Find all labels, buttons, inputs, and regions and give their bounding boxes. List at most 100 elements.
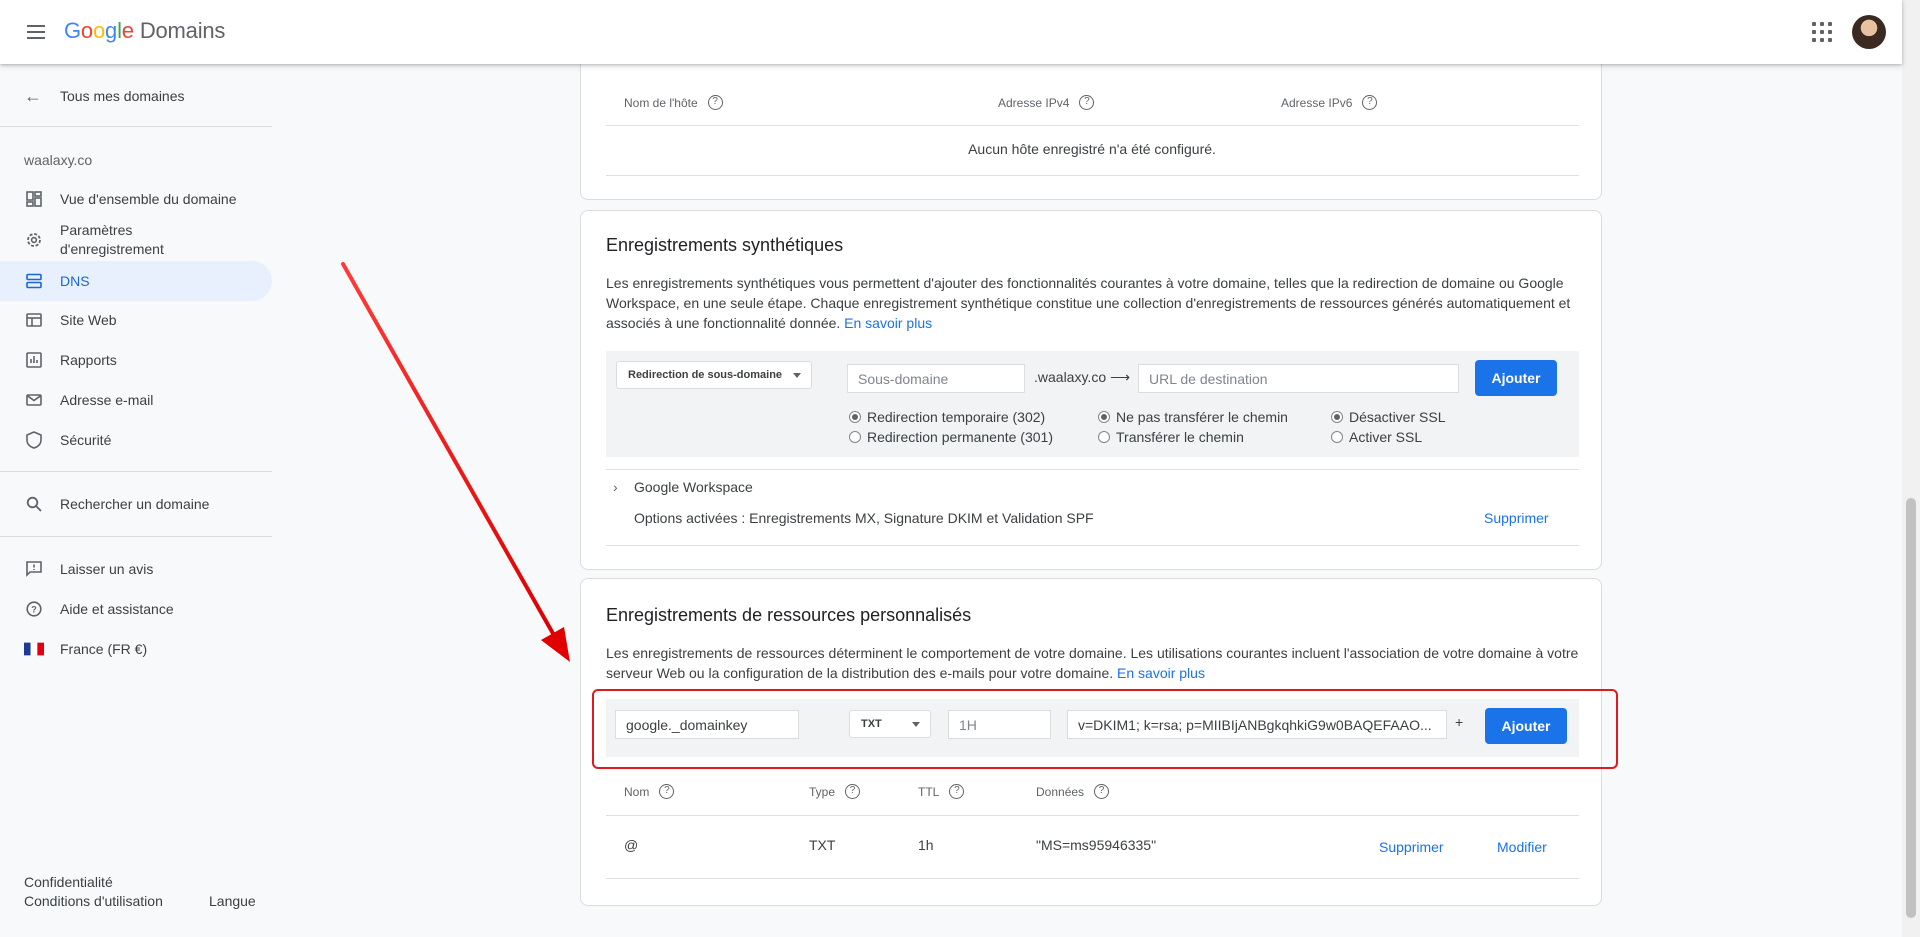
synthetic-type-select[interactable]: Redirection de sous-domaine <box>616 361 812 389</box>
sidebar-item-label: Rapports <box>60 352 117 368</box>
back-to-domains-link[interactable]: ← Tous mes domaines <box>24 84 185 108</box>
column-header-ipv4: Adresse IPv4? <box>998 95 1095 110</box>
empty-hosts-message: Aucun hôte enregistré n'a été configuré. <box>968 141 1216 157</box>
help-icon[interactable]: ? <box>949 784 965 799</box>
reports-icon <box>24 350 44 370</box>
synthetic-records-title: Enregistrements synthétiques <box>606 235 844 255</box>
sidebar-item-label: Vue d'ensemble du domaine <box>60 191 237 207</box>
custom-records-description: Les enregistrements de ressources déterm… <box>606 645 1579 681</box>
sidebar-divider <box>0 126 272 127</box>
record-ttl-cell: 1h <box>918 837 934 853</box>
add-synthetic-record-button[interactable]: Ajouter <box>1475 360 1557 396</box>
table-divider <box>606 878 1579 879</box>
radio-icon <box>1331 411 1343 423</box>
help-label: Aide et assistance <box>60 601 174 617</box>
help-icon[interactable]: ? <box>707 95 723 110</box>
radio-no-path-forward[interactable]: Ne pas transférer le chemin <box>1098 409 1288 425</box>
current-domain: waalaxy.co <box>24 152 93 168</box>
radio-icon <box>1098 431 1110 443</box>
help-link[interactable]: ? Aide et assistance <box>0 589 272 629</box>
radio-permanent-redirect[interactable]: Redirection permanente (301) <box>849 429 1053 445</box>
gear-icon <box>24 230 44 250</box>
workspace-record-name[interactable]: Google Workspace <box>634 479 753 495</box>
sidebar-divider <box>0 471 272 472</box>
scrollbar-thumb[interactable] <box>1906 498 1916 918</box>
sidebar-item-overview[interactable]: Vue d'ensemble du domaine <box>0 179 272 219</box>
help-icon: ? <box>24 599 44 619</box>
dns-icon <box>24 271 44 291</box>
section-divider <box>606 469 1579 470</box>
sidebar: ← Tous mes domaines waalaxy.co Vue d'ens… <box>0 64 272 937</box>
menu-icon[interactable] <box>24 20 48 44</box>
table-divider <box>606 125 1579 126</box>
custom-learn-more-link[interactable]: En savoir plus <box>1117 665 1205 681</box>
synthetic-records-card: Enregistrements synthétiques Les enregis… <box>580 210 1602 570</box>
column-header-data: Données? <box>1036 784 1110 799</box>
help-icon[interactable]: ? <box>1362 95 1378 110</box>
web-icon <box>24 310 44 330</box>
column-header-ipv6: Adresse IPv6? <box>1281 95 1378 110</box>
country-selector[interactable]: France (FR €) <box>0 629 272 669</box>
record-name-cell: @ <box>624 837 639 853</box>
help-icon[interactable]: ? <box>1079 95 1095 110</box>
synthetic-learn-more-link[interactable]: En savoir plus <box>844 315 932 331</box>
google-domains-logo[interactable]: Google Domains <box>64 18 225 44</box>
privacy-link[interactable]: Confidentialité <box>24 874 113 890</box>
column-header-name: Nom? <box>624 784 675 799</box>
custom-records-title: Enregistrements de ressources personnali… <box>606 605 972 625</box>
destination-url-input[interactable]: URL de destination <box>1138 364 1459 393</box>
radio-icon <box>1098 411 1110 423</box>
radio-disable-ssl[interactable]: Désactiver SSL <box>1331 409 1445 425</box>
record-data-cell: "MS=ms95946335" <box>1036 837 1157 853</box>
chevron-right-icon[interactable]: › <box>613 479 618 495</box>
edit-record-link[interactable]: Modifier <box>1497 839 1547 855</box>
sidebar-item-reports[interactable]: Rapports <box>0 340 272 380</box>
shield-icon <box>24 430 44 450</box>
sidebar-item-label: Adresse e-mail <box>60 392 154 408</box>
synthetic-records-description: Les enregistrements synthétiques vous pe… <box>606 275 1571 331</box>
table-divider <box>606 175 1579 176</box>
sidebar-item-website[interactable]: Site Web <box>0 300 272 340</box>
radio-enable-ssl[interactable]: Activer SSL <box>1331 429 1422 445</box>
help-icon[interactable]: ? <box>1094 784 1110 799</box>
search-icon <box>24 494 44 514</box>
sidebar-item-registration-settings[interactable]: Paramètres d'enregistrement <box>0 218 272 262</box>
language-link[interactable]: Langue <box>209 893 256 909</box>
feedback-icon <box>24 559 44 579</box>
delete-workspace-record-link[interactable]: Supprimer <box>1484 510 1549 526</box>
radio-icon <box>1331 431 1343 443</box>
sidebar-item-label: DNS <box>60 273 90 289</box>
radio-temporary-redirect[interactable]: Redirection temporaire (302) <box>849 409 1045 425</box>
sidebar-item-label: Sécurité <box>60 432 112 448</box>
france-flag-icon <box>24 639 44 659</box>
search-domain-label: Rechercher un domaine <box>60 496 210 512</box>
table-divider <box>606 815 1579 816</box>
domain-suffix: .waalaxy.co ⟶ <box>1034 369 1131 385</box>
terms-link[interactable]: Conditions d'utilisation <box>24 893 163 909</box>
feedback-link[interactable]: Laisser un avis <box>0 549 272 589</box>
chevron-down-icon <box>793 373 801 378</box>
delete-record-link[interactable]: Supprimer <box>1379 839 1444 855</box>
workspace-options: Options activées : Enregistrements MX, S… <box>634 510 1094 526</box>
account-avatar[interactable] <box>1852 15 1886 49</box>
feedback-label: Laisser un avis <box>60 561 154 577</box>
subdomain-input[interactable]: Sous-domaine <box>847 364 1025 393</box>
apps-grid-icon[interactable] <box>1810 20 1834 44</box>
top-app-bar: Google Domains <box>0 0 1902 64</box>
search-domain-link[interactable]: Rechercher un domaine <box>0 484 272 524</box>
radio-icon <box>849 411 861 423</box>
sidebar-item-security[interactable]: Sécurité <box>0 420 272 460</box>
sidebar-item-email[interactable]: Adresse e-mail <box>0 380 272 420</box>
sidebar-divider <box>0 536 272 537</box>
help-icon[interactable]: ? <box>845 784 861 799</box>
mail-icon <box>24 390 44 410</box>
radio-path-forward[interactable]: Transférer le chemin <box>1098 429 1244 445</box>
country-label: France (FR €) <box>60 641 148 657</box>
section-divider <box>606 545 1579 546</box>
logo-product: Domains <box>139 18 226 43</box>
record-type-cell: TXT <box>809 837 836 853</box>
help-icon[interactable]: ? <box>659 784 675 799</box>
sidebar-item-dns[interactable]: DNS <box>0 261 272 301</box>
column-header-ttl: TTL? <box>918 784 965 799</box>
column-header-hostname: Nom de l'hôte? <box>624 95 723 110</box>
